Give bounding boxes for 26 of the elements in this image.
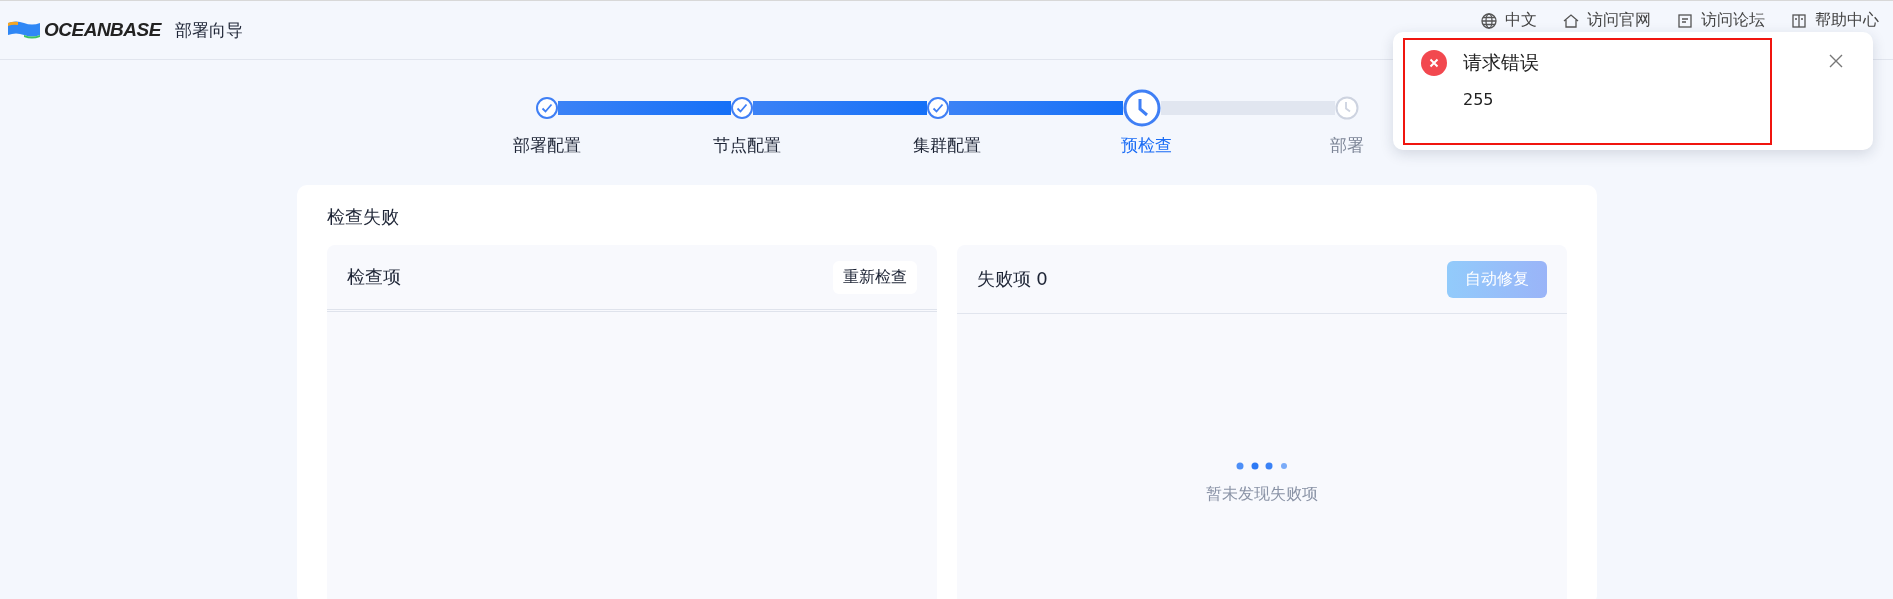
step-label: 预检查 (1121, 134, 1172, 157)
loading-dots-icon (1235, 462, 1288, 470)
notification-message: 255 (1463, 90, 1495, 109)
step-label: 部署配置 (512, 134, 581, 157)
nav-link[interactable]: 访问论坛 (1677, 10, 1765, 31)
globe-icon (1481, 12, 1497, 29)
home-icon (1563, 12, 1579, 29)
step-label: 集群配置 (912, 134, 981, 157)
panel-title: 失败项 0 (976, 267, 1048, 291)
step-label: 节点配置 (712, 134, 781, 157)
app-title: 部署向导 (174, 18, 243, 42)
logo-icon (8, 21, 40, 39)
nav-link[interactable]: 中文 (1481, 10, 1537, 31)
close-icon[interactable] (1829, 54, 1843, 68)
card-title: 检查失败 (326, 205, 400, 229)
document-icon (1677, 12, 1693, 29)
step-label: 部署 (1329, 134, 1364, 157)
nav-link[interactable]: 访问官网 (1563, 10, 1651, 31)
panel-title: 检查项 (346, 265, 401, 289)
error-icon (1421, 50, 1447, 76)
notification-title: 请求错误 (1463, 50, 1539, 75)
empty-message: 暂未发现失败项 (1205, 484, 1318, 505)
nav-link[interactable]: 帮助中心 (1791, 10, 1879, 31)
recheck-button[interactable]: 重新检查 (832, 260, 917, 294)
book-icon (1791, 12, 1807, 29)
logo-text: OCEANBASE (44, 19, 161, 41)
